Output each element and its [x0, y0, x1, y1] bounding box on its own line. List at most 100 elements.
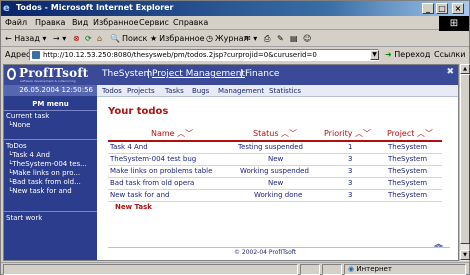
- sidebar-todo-item[interactable]: └New task for and: [8, 187, 96, 195]
- cell-name[interactable]: TheSystem-004 test bug: [110, 155, 196, 163]
- scroll-down-icon[interactable]: ▼: [460, 250, 470, 260]
- menu-favorites[interactable]: Избранное: [93, 18, 138, 27]
- cell-project: TheSystem: [388, 143, 428, 151]
- nav-finance[interactable]: Finance: [245, 69, 279, 79]
- windows-flag-icon: ⊞: [439, 16, 469, 31]
- mail-icon[interactable]: ✉ ▾: [244, 34, 257, 43]
- status-pane: [300, 264, 320, 275]
- tab-statistics[interactable]: Statistics: [269, 87, 301, 95]
- table-row[interactable]: Bad task from old opera New 3 TheSystem: [108, 179, 442, 189]
- cell-project: TheSystem: [388, 191, 428, 199]
- table-row[interactable]: TheSystem-004 test bug New 3 TheSystem: [108, 155, 442, 165]
- home-icon[interactable]: ⌂: [97, 34, 102, 43]
- cell-name[interactable]: Task 4 And: [110, 143, 148, 151]
- cell-priority: 3: [348, 167, 353, 175]
- print-icon[interactable]: ⎙: [264, 34, 270, 44]
- menu-file[interactable]: Файл: [5, 18, 27, 27]
- row-divider: [108, 153, 442, 154]
- nav-project-management[interactable]: Project Management: [152, 69, 245, 79]
- menu-edit[interactable]: Правка: [35, 18, 65, 27]
- status-pane: [322, 264, 342, 275]
- close-icon[interactable]: ✖: [446, 67, 454, 77]
- tab-management[interactable]: Management: [218, 87, 264, 95]
- links-button[interactable]: Ссылки: [434, 50, 465, 59]
- go-button[interactable]: ➜ Переход: [385, 50, 430, 59]
- todos-label: ToDos: [6, 142, 27, 150]
- start-work-link[interactable]: Start work: [6, 214, 42, 222]
- sort-arrows-icon[interactable]: ︿﹀: [281, 129, 297, 138]
- column-header-priority[interactable]: Priority ︿﹀: [324, 128, 371, 140]
- column-header-project[interactable]: Project ︿﹀: [387, 128, 433, 140]
- history-button[interactable]: ◷ Журнал: [206, 34, 249, 43]
- sidebar-todo-item[interactable]: └TheSystem-004 tes...: [8, 160, 96, 168]
- minimize-button[interactable]: _: [422, 3, 434, 14]
- edit-icon[interactable]: ✎: [277, 34, 284, 43]
- address-dropdown-icon[interactable]: ▼: [370, 50, 379, 60]
- table-row[interactable]: Task 4 And Testing suspended 1 TheSystem: [108, 143, 442, 153]
- tab-tasks[interactable]: Tasks: [165, 87, 184, 95]
- sidebar-todo-item[interactable]: └Make links on pro...: [8, 169, 96, 177]
- date-display: 26.05.2004 12:50:56: [4, 85, 97, 96]
- stop-icon[interactable]: ⊗: [73, 34, 80, 43]
- logo-text: ProfITsoft: [19, 66, 89, 80]
- header-underline: [108, 140, 442, 142]
- tab-todos[interactable]: Todos: [102, 87, 122, 95]
- sidebar-todo-item[interactable]: └Bad task from old...: [8, 178, 96, 186]
- back-button[interactable]: ← Назад ▾: [5, 34, 46, 43]
- sub-nav: Todos Projects Tasks Bugs Management Sta…: [97, 85, 458, 97]
- favorites-label: Избранное: [159, 34, 205, 43]
- close-window-button[interactable]: ×: [452, 3, 464, 14]
- row-divider: [108, 201, 442, 202]
- cell-name[interactable]: New task for and: [110, 191, 169, 199]
- menu-view[interactable]: Вид: [72, 18, 88, 27]
- current-task-label: Current task: [6, 112, 50, 120]
- sort-arrows-icon[interactable]: ︿﹀: [177, 129, 193, 138]
- tab-projects[interactable]: Projects: [127, 87, 155, 95]
- messenger-icon[interactable]: ☺: [303, 34, 311, 43]
- cell-status: Working suspended: [240, 167, 309, 175]
- tab-bugs[interactable]: Bugs: [192, 87, 209, 95]
- maximize-button[interactable]: □: [436, 3, 448, 14]
- sort-arrows-icon[interactable]: ︿﹀: [417, 129, 433, 138]
- address-input[interactable]: http://10.12.53.250:8080/thesysweb/pm/to…: [29, 49, 379, 61]
- sort-arrows-icon[interactable]: ︿﹀: [355, 129, 371, 138]
- cell-priority: 3: [348, 191, 353, 199]
- column-header-status[interactable]: Status ︿﹀: [253, 128, 297, 140]
- column-header-label: Priority: [324, 129, 353, 138]
- search-button[interactable]: 🔍 Поиск: [110, 34, 147, 43]
- discuss-icon[interactable]: ▤: [290, 34, 298, 43]
- cell-name[interactable]: Make links on problems table: [110, 167, 212, 175]
- menu-help[interactable]: Справка: [173, 18, 208, 27]
- cell-status: New: [268, 179, 284, 187]
- zone-label: Интернет: [356, 265, 392, 273]
- cell-status: Working done: [254, 191, 303, 199]
- address-bar: Адрес http://10.12.53.250:8080/thesysweb…: [1, 48, 469, 62]
- page-title: Your todos: [108, 106, 169, 117]
- profitsoft-logo: ProfITsoft software development & outsou…: [4, 65, 97, 85]
- divider: [4, 110, 97, 111]
- table-row[interactable]: Make links on problems table Working sus…: [108, 167, 442, 177]
- sidebar-todo-label: Make links on pro...: [12, 169, 81, 177]
- status-pane: [3, 264, 298, 275]
- scroll-top-icon[interactable]: ︽: [434, 237, 443, 250]
- divider: [4, 139, 97, 140]
- scroll-up-icon[interactable]: ▲: [460, 64, 470, 74]
- table-row[interactable]: New task for and Working done 3 TheSyste…: [108, 191, 442, 201]
- new-task-link[interactable]: New Task: [115, 203, 152, 211]
- cell-priority: 3: [348, 155, 353, 163]
- scroll-thumb[interactable]: [460, 74, 470, 244]
- column-header-name[interactable]: Name ︿﹀: [151, 128, 193, 140]
- current-task-value[interactable]: └None: [8, 121, 30, 129]
- refresh-icon[interactable]: ⟳: [85, 34, 92, 43]
- cell-name[interactable]: Bad task from old opera: [110, 179, 194, 187]
- favorites-button[interactable]: ★ Избранное: [150, 34, 205, 43]
- cell-priority: 3: [348, 179, 353, 187]
- vertical-scrollbar[interactable]: ▲ ▼: [459, 64, 470, 261]
- menu-tools[interactable]: Сервис: [139, 18, 169, 27]
- browser-window: e Todos - Microsoft Internet Explorer _ …: [0, 0, 470, 275]
- nav-thesystem[interactable]: TheSystem: [102, 69, 152, 79]
- column-header-label: Project: [387, 129, 415, 138]
- nav-separator: |: [240, 69, 244, 79]
- sidebar-todo-item[interactable]: └Task 4 And: [8, 151, 96, 159]
- forward-button[interactable]: → ▾: [53, 34, 66, 43]
